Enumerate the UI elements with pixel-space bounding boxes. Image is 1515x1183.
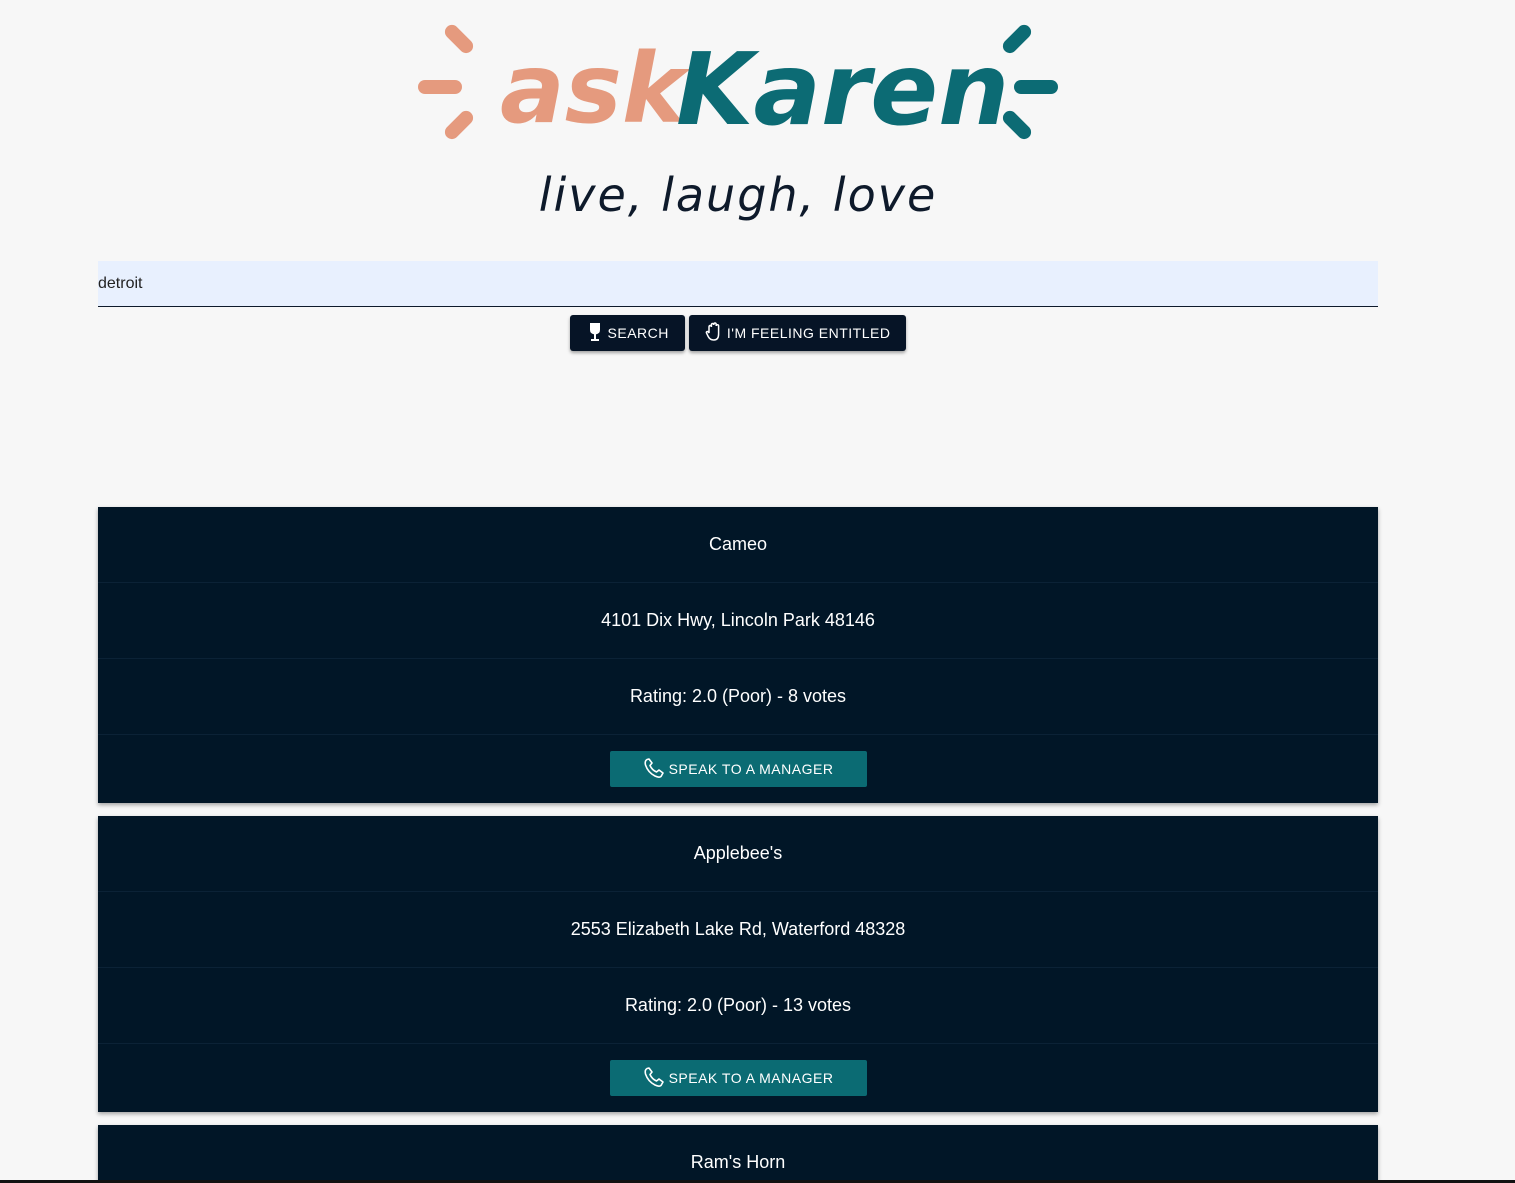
logo-ask: ask bbox=[500, 33, 691, 145]
left-rays-icon bbox=[418, 24, 474, 140]
tagline: live, laugh, love bbox=[538, 168, 938, 222]
restaurant-name: Cameo bbox=[708, 534, 768, 554]
result-card: Applebee's 2553 Elizabeth Lake Rd, Water… bbox=[98, 816, 1378, 1112]
card-action-row: SPEAK TO A MANAGER bbox=[98, 735, 1378, 803]
speak-to-manager-label: SPEAK TO A MANAGER bbox=[668, 1070, 834, 1086]
restaurant-name-row: Applebee's bbox=[98, 816, 1378, 892]
restaurant-address-row: 4101 Dix Hwy, Lincoln Park 48146 bbox=[98, 583, 1378, 659]
restaurant-rating: Rating: 2.0 (Poor) - 13 votes bbox=[624, 995, 852, 1015]
restaurant-name: Applebee's bbox=[693, 843, 783, 863]
feeling-entitled-label: I'M FEELING ENTITLED bbox=[726, 325, 891, 341]
result-card: Ram's Horn bbox=[98, 1125, 1378, 1183]
restaurant-name-row: Cameo bbox=[98, 507, 1378, 583]
phone-icon bbox=[643, 1066, 665, 1091]
card-action-row: SPEAK TO A MANAGER bbox=[98, 1044, 1378, 1112]
restaurant-rating-row: Rating: 2.0 (Poor) - 8 votes bbox=[98, 659, 1378, 735]
restaurant-address-row: 2553 Elizabeth Lake Rd, Waterford 48328 bbox=[98, 892, 1378, 968]
result-card: Cameo 4101 Dix Hwy, Lincoln Park 48146 R… bbox=[98, 507, 1378, 803]
hand-icon bbox=[705, 321, 723, 345]
restaurant-address: 2553 Elizabeth Lake Rd, Waterford 48328 bbox=[570, 919, 906, 939]
logo-karen: Karen bbox=[676, 31, 1009, 148]
restaurant-rating: Rating: 2.0 (Poor) - 8 votes bbox=[629, 686, 847, 706]
feeling-entitled-button[interactable]: I'M FEELING ENTITLED bbox=[688, 315, 907, 351]
search-actions: SEARCH I'M FEELING ENTITLED bbox=[0, 315, 1476, 351]
speak-to-manager-button[interactable]: SPEAK TO A MANAGER bbox=[609, 751, 867, 787]
search-field[interactable] bbox=[98, 261, 1378, 307]
logo-graphic: ask Karen bbox=[418, 24, 1058, 148]
wine-glass-icon bbox=[586, 322, 604, 345]
page: ask Karen live, laugh, love SEARCH bbox=[0, 0, 1515, 1183]
speak-to-manager-label: SPEAK TO A MANAGER bbox=[668, 761, 834, 777]
search-button[interactable]: SEARCH bbox=[569, 315, 685, 351]
restaurant-rating-row: Rating: 2.0 (Poor) - 13 votes bbox=[98, 968, 1378, 1044]
speak-to-manager-button[interactable]: SPEAK TO A MANAGER bbox=[609, 1060, 867, 1096]
restaurant-name: Ram's Horn bbox=[690, 1152, 786, 1172]
search-input[interactable] bbox=[98, 261, 1378, 306]
restaurant-name-row: Ram's Horn bbox=[98, 1125, 1378, 1183]
search-button-label: SEARCH bbox=[607, 325, 669, 341]
phone-icon bbox=[643, 757, 665, 782]
askkaren-logo: ask Karen bbox=[418, 10, 1068, 150]
restaurant-address: 4101 Dix Hwy, Lincoln Park 48146 bbox=[601, 610, 875, 630]
